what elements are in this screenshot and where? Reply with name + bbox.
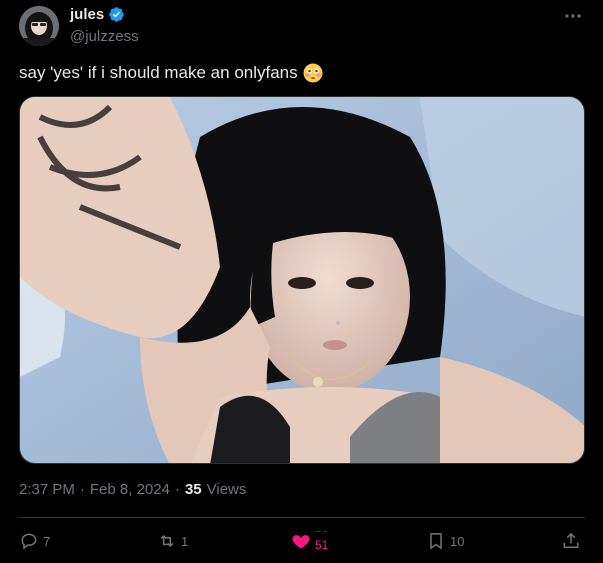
author-handle[interactable]: @julzzess [70,28,139,45]
like-count: 50 51 [315,531,328,551]
reply-icon [21,533,37,550]
action-bar: 7 1 50 51 10 [19,527,585,555]
display-name-text: jules [70,6,105,23]
views-count: 35 [184,481,202,498]
tweet-time[interactable]: 2:37 PM [19,481,75,498]
bookmark-icon [430,533,442,550]
meta-separator: · [174,481,180,498]
bookmark-count: 10 [450,533,465,549]
meta-separator: · [79,481,85,498]
heart-filled-icon [292,535,310,549]
repost-button[interactable]: 1 [157,527,188,555]
reply-button[interactable]: 7 [19,527,50,555]
like-count-previous: 50 [315,531,328,534]
repost-icon [160,534,174,548]
divider [19,517,585,518]
bookmark-button[interactable]: 10 [426,527,464,555]
like-count-current: 51 [315,538,329,551]
avatar[interactable] [19,6,59,46]
tweet-date[interactable]: Feb 8, 2024 [90,481,170,498]
views-label: Views [206,481,247,498]
tweet-meta: 2:37 PM · Feb 8, 2024 · 35 Views [19,481,246,498]
verified-badge-icon [109,7,124,22]
photo-image [20,97,584,463]
like-button[interactable]: 50 51 [291,527,328,555]
more-dots-icon [565,14,581,18]
tweet-text: say 'yes' if i should make an onlyfans [19,63,323,83]
tweet-photo[interactable] [19,96,585,464]
tweet-body: say 'yes' if i should make an onlyfans [19,63,298,82]
author-display-name[interactable]: jules [70,6,125,23]
share-button[interactable] [561,527,581,555]
more-options-button[interactable] [563,6,583,26]
reply-count: 7 [43,533,51,549]
flushed-face-icon [303,63,323,83]
share-icon [563,532,579,548]
repost-count: 1 [181,533,189,549]
tweet: jules @julzzess say 'yes' if i should ma… [0,0,603,563]
avatar-image [19,6,59,46]
